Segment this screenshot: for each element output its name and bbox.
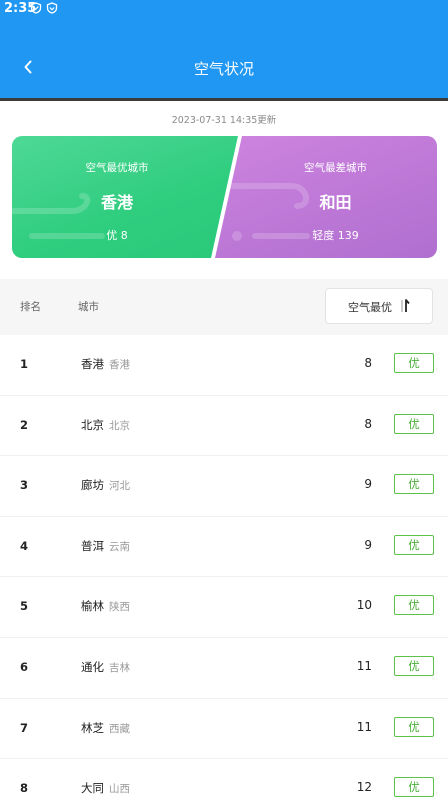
table-row[interactable]: 7 林芝 西藏 11 优 [0, 699, 448, 760]
row-province: 山西 [109, 783, 130, 796]
rank-column-header: 排名 [20, 301, 41, 313]
sort-button[interactable]: 空气最优 [325, 288, 433, 324]
row-rank: 6 [20, 659, 29, 674]
row-province: 西藏 [109, 722, 130, 735]
row-aqi: 10 [356, 598, 372, 613]
best-air-card[interactable]: 空气最优城市 香港 优 8 [12, 136, 238, 258]
worst-card-city: 和田 [319, 193, 352, 212]
row-level-badge: 优 [394, 353, 434, 373]
row-rank: 1 [20, 357, 29, 371]
row-aqi: 8 [364, 416, 372, 431]
table-row[interactable]: 3 廊坊 河北 9 优 [0, 456, 448, 517]
page-title: 空气状况 [193, 60, 254, 78]
row-city: 通化 [81, 659, 104, 674]
row-city: 林芝 [81, 720, 104, 735]
row-aqi: 9 [364, 477, 372, 492]
table-row[interactable]: 6 通化 吉林 11 优 [0, 638, 448, 699]
row-level-badge: 优 [394, 413, 434, 434]
shield-icon [30, 2, 42, 14]
row-level-badge: 优 [394, 595, 434, 616]
worst-card-value: 轻度 139 [312, 229, 359, 242]
row-city: 廊坊 [81, 478, 104, 493]
row-level-badge: 优 [394, 534, 434, 555]
sort-label: 空气最优 [348, 301, 392, 314]
city-column-header: 城市 [78, 301, 99, 313]
table-row[interactable]: 2 北京 北京 8 优 [0, 396, 448, 457]
row-aqi: 8 [364, 356, 372, 370]
sort-icon [398, 297, 412, 319]
table-row[interactable]: 5 榆林 陕西 10 优 [0, 577, 448, 638]
row-rank: 8 [20, 781, 29, 796]
worst-card-label: 空气最差城市 [304, 162, 367, 174]
row-city: 榆林 [81, 599, 104, 614]
row-province: 吉林 [109, 661, 130, 674]
row-rank: 4 [20, 538, 29, 553]
row-province: 香港 [109, 359, 130, 371]
row-aqi: 11 [356, 719, 372, 734]
row-level-badge: 优 [394, 777, 434, 798]
row-rank: 3 [20, 478, 29, 493]
row-province: 陕西 [109, 601, 130, 614]
row-city: 普洱 [81, 538, 104, 553]
ranking-list-header: 排名 城市 空气最优 [0, 279, 448, 335]
row-rank: 2 [20, 417, 29, 432]
best-card-label: 空气最优城市 [85, 162, 149, 174]
best-card-city: 香港 [100, 193, 133, 212]
header-divider [0, 98, 448, 101]
row-province: 云南 [109, 540, 130, 553]
row-rank: 5 [20, 599, 29, 614]
row-province: 北京 [109, 419, 130, 432]
row-city: 北京 [81, 417, 104, 432]
ranking-list: 1 香港 香港 8 优 2 北京 北京 8 优 3 廊坊 河北 9 优 4 普洱… [0, 335, 448, 800]
table-row[interactable]: 4 普洱 云南 9 优 [0, 517, 448, 578]
best-card-value: 优 8 [106, 229, 128, 242]
row-rank: 7 [20, 720, 29, 735]
row-aqi: 9 [364, 537, 372, 552]
row-province: 河北 [109, 480, 130, 493]
table-row[interactable]: 8 大同 山西 12 优 [0, 759, 448, 800]
update-time: 2023-07-31 14:35更新 [171, 115, 277, 126]
shield-icon [46, 2, 58, 14]
row-city: 香港 [81, 357, 104, 371]
app-header: 2:35 空气状况 [0, 0, 448, 98]
row-city: 大同 [81, 781, 104, 796]
status-icons [30, 2, 58, 14]
table-row[interactable]: 1 香港 香港 8 优 [0, 335, 448, 396]
air-summary-cards: 空气最优城市 香港 优 8 空气最差城市 和田 轻度 139 [12, 136, 437, 258]
row-level-badge: 优 [394, 716, 434, 737]
row-level-badge: 优 [394, 474, 434, 495]
row-aqi: 12 [356, 780, 372, 795]
row-aqi: 11 [356, 658, 372, 673]
row-level-badge: 优 [394, 655, 434, 676]
